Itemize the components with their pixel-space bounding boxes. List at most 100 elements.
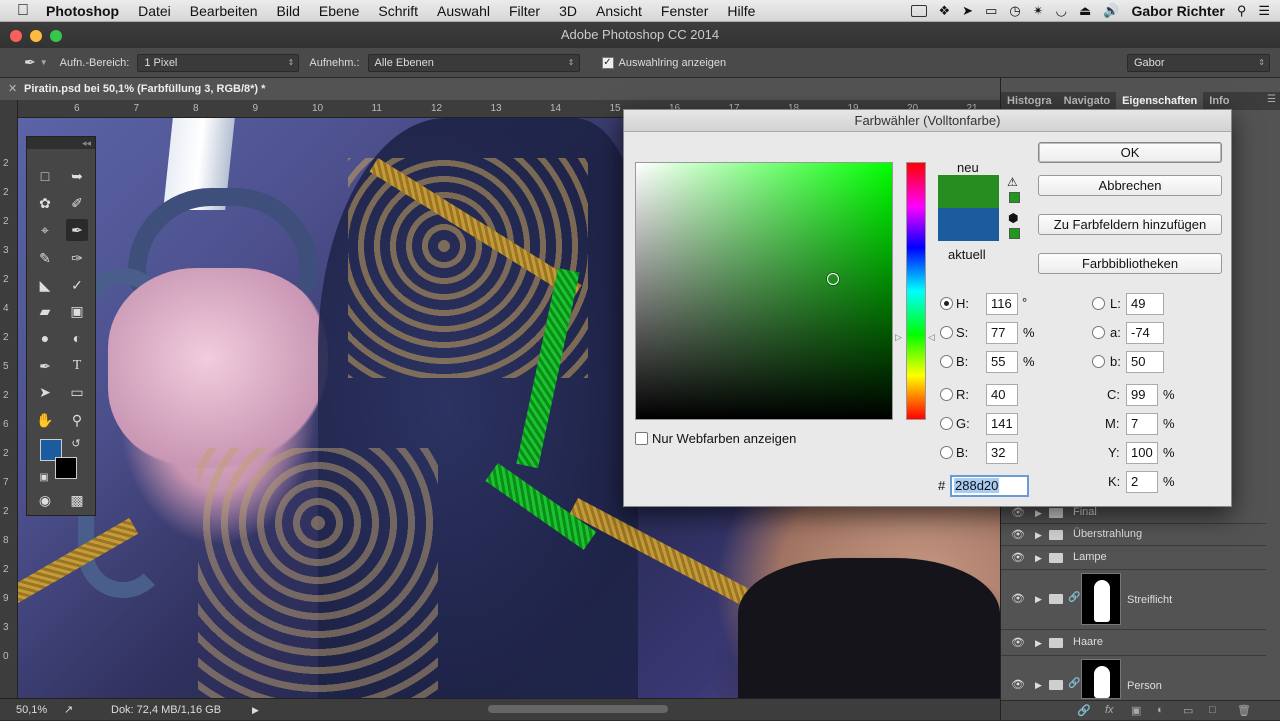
layer-mask-thumbnail[interactable] (1081, 573, 1121, 625)
lab-b-input[interactable]: 50 (1126, 351, 1164, 373)
eject-icon[interactable]: ⏏ (1079, 3, 1091, 19)
visibility-eye-icon[interactable]: 👁 (1011, 678, 1025, 691)
swap-colors-icon[interactable]: ↺ (65, 433, 87, 455)
close-document-icon[interactable]: ✕ (8, 78, 17, 100)
lab-l-radio[interactable] (1092, 297, 1105, 310)
expand-chevron-icon[interactable]: ▶ (1035, 553, 1042, 564)
brush-tool-icon[interactable]: ✑ (66, 247, 88, 269)
tools-panel-header[interactable]: ◂◂ (27, 137, 95, 149)
menu-fenster[interactable]: Fenster (661, 3, 708, 19)
expand-chevron-icon[interactable]: ▶ (1035, 680, 1042, 691)
cancel-button[interactable]: Abbrechen (1038, 175, 1222, 196)
color-picker-title[interactable]: Farbwähler (Volltonfarbe) (624, 110, 1231, 132)
new-group-icon[interactable]: ▭ (1183, 704, 1193, 717)
expand-chevron-icon[interactable]: ▶ (1035, 594, 1042, 605)
menu-auswahl[interactable]: Auswahl (437, 3, 490, 19)
show-ring-checkbox[interactable]: ✓ (601, 56, 614, 69)
sample-layers-select[interactable]: Alle Ebenen ⇕ (367, 53, 580, 72)
layer-name[interactable]: Haare (1073, 636, 1103, 648)
delete-layer-icon[interactable]: 🗑 (1237, 704, 1251, 717)
hue-slider-right-arrow-icon[interactable]: ◁ (928, 332, 935, 343)
status-menu-arrow-icon[interactable]: ▶ (252, 699, 259, 721)
add-to-swatches-button[interactable]: Zu Farbfeldern hinzufügen (1038, 214, 1222, 235)
layer-row[interactable]: 👁 ▶ Überstrahlung (1001, 524, 1266, 546)
eraser-tool-icon[interactable]: ▰ (34, 300, 56, 322)
adjustment-layer-icon[interactable]: ◐ (1157, 704, 1164, 716)
tab-info[interactable]: Info (1203, 92, 1235, 110)
layer-name[interactable]: Final (1073, 506, 1097, 518)
vertical-ruler[interactable]: 2 2 2 3 2 4 2 5 2 6 2 7 2 8 2 9 3 0 (0, 100, 18, 698)
green-radio[interactable] (940, 417, 953, 430)
quick-mask-icon[interactable]: ◉ (34, 489, 56, 511)
red-radio[interactable] (940, 388, 953, 401)
menu-bild[interactable]: Bild (277, 3, 300, 19)
layer-name[interactable]: Lampe (1073, 551, 1107, 563)
color-libraries-button[interactable]: Farbbibliotheken (1038, 253, 1222, 274)
layer-name[interactable]: Streiflicht (1127, 594, 1172, 606)
layer-style-button[interactable]: fx (1105, 704, 1114, 716)
share-icon[interactable]: ↗ (64, 699, 73, 721)
notification-list-icon[interactable]: ☰ (1258, 3, 1270, 19)
history-brush-tool-icon[interactable]: ✓ (66, 274, 88, 296)
hue-slider-left-arrow-icon[interactable]: ▷ (895, 332, 902, 343)
lab-l-input[interactable]: 49 (1126, 293, 1164, 315)
color-field-cursor[interactable] (827, 273, 839, 285)
user-name[interactable]: Gabor Richter (1131, 3, 1224, 19)
gradient-tool-icon[interactable]: ▣ (66, 300, 88, 322)
zoom-tool-icon[interactable]: ⚲ (66, 409, 88, 431)
mask-link-icon[interactable]: 🔗 (1068, 592, 1080, 603)
yellow-input[interactable]: 100 (1126, 442, 1158, 464)
lasso-tool-icon[interactable]: ✿ (34, 192, 56, 214)
color-field[interactable] (635, 162, 893, 420)
tab-navigator[interactable]: Navigato (1058, 92, 1116, 110)
wifi-icon[interactable]: ◡ (1056, 3, 1067, 19)
current-color-swatch[interactable] (938, 208, 999, 241)
visibility-eye-icon[interactable]: 👁 (1011, 551, 1025, 564)
tool-preset-chevron-icon[interactable]: ▼ (40, 58, 48, 67)
menu-ebene[interactable]: Ebene (319, 3, 359, 19)
default-colors-icon[interactable]: ▣ (33, 467, 55, 489)
menu-ansicht[interactable]: Ansicht (596, 3, 642, 19)
magenta-input[interactable]: 7 (1126, 413, 1158, 435)
dodge-tool-icon[interactable]: ◐ (66, 327, 88, 349)
web-colors-only-checkbox[interactable] (635, 432, 648, 445)
menu-bearbeiten[interactable]: Bearbeiten (190, 3, 258, 19)
sample-size-select[interactable]: 1 Pixel ⇕ (137, 53, 300, 72)
lab-b-radio[interactable] (1092, 355, 1105, 368)
horizontal-scrollbar[interactable] (488, 705, 668, 713)
layer-mask-thumbnail[interactable] (1081, 659, 1121, 699)
hand-tool-icon[interactable]: ✋ (34, 409, 56, 431)
blur-tool-icon[interactable]: ● (34, 327, 56, 349)
saturation-input[interactable]: 77 (986, 322, 1018, 344)
expand-chevron-icon[interactable]: ▶ (1035, 530, 1042, 541)
layer-row[interactable]: 👁 ▶ 🔗 Person (1001, 656, 1266, 702)
expand-chevron-icon[interactable]: ▶ (1035, 508, 1042, 519)
visibility-eye-icon[interactable]: 👁 (1011, 528, 1025, 541)
menu-filter[interactable]: Filter (509, 3, 540, 19)
lab-a-input[interactable]: -74 (1126, 322, 1164, 344)
healing-brush-tool-icon[interactable]: ✎ (34, 247, 56, 269)
apple-menu-icon[interactable]:  (0, 2, 46, 20)
background-color-swatch[interactable] (55, 457, 77, 479)
add-mask-icon[interactable]: ▣ (1131, 704, 1141, 717)
hue-slider[interactable] (906, 162, 926, 420)
ok-button[interactable]: OK (1038, 142, 1222, 163)
hue-input[interactable]: 116 (986, 293, 1018, 315)
move-tool-icon[interactable]: ➥ (66, 165, 88, 187)
gamut-corrected-swatch[interactable] (1009, 192, 1020, 203)
gamut-warning-icon[interactable]: ⚠ (1007, 175, 1018, 189)
bluetooth-icon[interactable]: ✴ (1033, 3, 1044, 19)
minimize-window-icon[interactable] (30, 30, 42, 42)
marquee-tool-icon[interactable]: □ (34, 165, 56, 187)
green-input[interactable]: 141 (986, 413, 1018, 435)
clone-stamp-tool-icon[interactable]: ◣ (34, 274, 56, 296)
quick-selection-tool-icon[interactable]: ✐ (66, 192, 88, 214)
lab-a-radio[interactable] (1092, 326, 1105, 339)
dropbox-icon[interactable]: ❖ (939, 3, 951, 19)
expand-chevron-icon[interactable]: ▶ (1035, 638, 1042, 649)
tab-properties[interactable]: Eigenschaften (1116, 92, 1204, 110)
layer-name[interactable]: Überstrahlung (1073, 528, 1142, 540)
layer-name[interactable]: Person (1127, 680, 1162, 692)
panel-menu-icon[interactable]: ☰ (1267, 94, 1276, 105)
menu-3d[interactable]: 3D (559, 3, 577, 19)
